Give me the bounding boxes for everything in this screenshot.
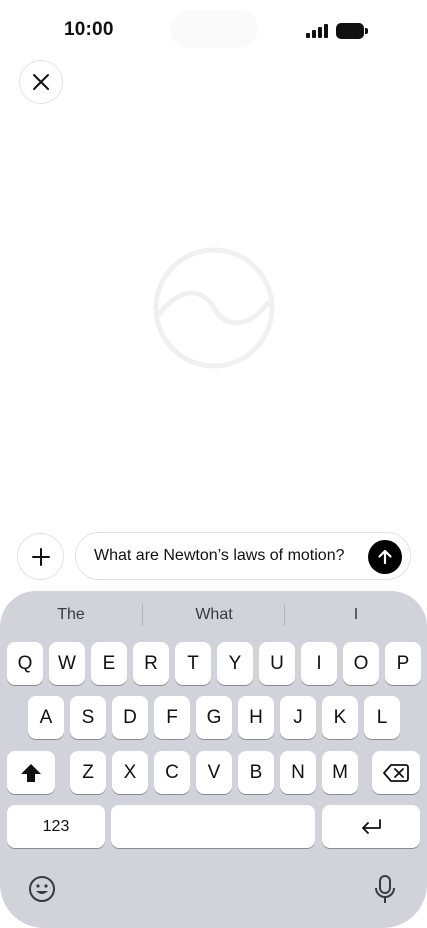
key-n[interactable]: N (280, 751, 316, 794)
key-o[interactable]: O (343, 642, 379, 685)
key-p[interactable]: P (385, 642, 421, 685)
key-v[interactable]: V (196, 751, 232, 794)
shift-key[interactable] (7, 751, 55, 794)
key-l[interactable]: L (364, 696, 400, 739)
key-y[interactable]: Y (217, 642, 253, 685)
key-e[interactable]: E (91, 642, 127, 685)
emoji-icon[interactable] (28, 875, 56, 903)
key-t[interactable]: T (175, 642, 211, 685)
numbers-key[interactable]: 123 (7, 805, 105, 848)
key-c[interactable]: C (154, 751, 190, 794)
close-icon (33, 74, 49, 90)
suggestion-item[interactable]: The (0, 606, 142, 624)
key-a[interactable]: A (28, 696, 64, 739)
arrow-up-icon (378, 549, 392, 565)
add-attachment-button[interactable] (17, 533, 64, 580)
space-key[interactable] (111, 805, 315, 848)
battery-icon (336, 23, 368, 39)
suggestion-item[interactable]: What (143, 606, 285, 624)
key-u[interactable]: U (259, 642, 295, 685)
message-input-text: What are Newton’s laws of motion? (94, 547, 345, 564)
send-button[interactable] (368, 540, 402, 574)
return-key[interactable] (322, 805, 420, 848)
suggestion-item[interactable]: I (285, 606, 427, 624)
shift-icon (21, 763, 41, 782)
status-time: 10:00 (64, 19, 114, 40)
key-g[interactable]: G (196, 696, 232, 739)
key-w[interactable]: W (49, 642, 85, 685)
delete-key[interactable] (372, 751, 420, 794)
key-j[interactable]: J (280, 696, 316, 739)
key-m[interactable]: M (322, 751, 358, 794)
key-h[interactable]: H (238, 696, 274, 739)
key-f[interactable]: F (154, 696, 190, 739)
plus-icon (31, 547, 50, 566)
key-k[interactable]: K (322, 696, 358, 739)
key-d[interactable]: D (112, 696, 148, 739)
microphone-icon[interactable] (373, 874, 397, 906)
key-x[interactable]: X (112, 751, 148, 794)
key-i[interactable]: I (301, 642, 337, 685)
key-b[interactable]: B (238, 751, 274, 794)
key-s[interactable]: S (70, 696, 106, 739)
predictive-bar: The What I (0, 591, 427, 639)
keyboard: The What I Q W E R T Y U I O P A S D F G… (0, 591, 427, 928)
status-bar: 10:00 (0, 0, 427, 60)
key-r[interactable]: R (133, 642, 169, 685)
close-button[interactable] (19, 60, 63, 104)
return-icon (362, 818, 381, 834)
message-input[interactable]: What are Newton’s laws of motion? (75, 532, 411, 580)
dynamic-island (170, 10, 258, 48)
assistant-logo-icon (153, 247, 275, 369)
key-z[interactable]: Z (70, 751, 106, 794)
key-q[interactable]: Q (7, 642, 43, 685)
backspace-icon (383, 763, 409, 782)
signal-icon (306, 24, 330, 38)
